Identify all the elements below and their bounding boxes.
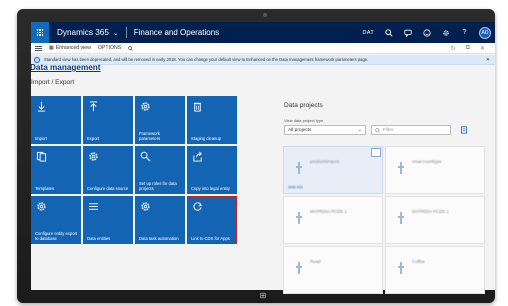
view-label: Enhanced view [55, 45, 91, 51]
tile-label: Set up roles for data projects [139, 181, 177, 191]
info-icon: i [34, 56, 40, 63]
tile-data-task-automation[interactable]: Data task automation [135, 196, 185, 244]
project-card[interactable]: MYPRDIA PCDE 1 [385, 196, 485, 244]
top-navbar: Dynamics 365 ⌄ Finance and Operations DA… [31, 22, 495, 43]
gear-icon [89, 152, 98, 161]
project-card[interactable]: MYPRDIA PCDE 1 [283, 196, 383, 244]
divider [125, 27, 127, 38]
section-title-import-export: Import / Export [31, 79, 75, 86]
gear-icon [37, 202, 46, 211]
tile-label: Import [35, 136, 47, 141]
windows-home-icon[interactable]: ⊞ [258, 292, 268, 300]
action-pane: ▦ Enhanced view OPTIONS ↻ ⧉ ✕ [31, 43, 495, 54]
tile-label: Copy into legal entity [191, 186, 230, 191]
project-name: MYPRDIA PCDE 1 [310, 209, 347, 214]
refresh-icon[interactable]: ↻ [451, 45, 456, 52]
refresh-icon [193, 202, 202, 211]
search-icon [375, 127, 380, 133]
smiley-icon[interactable] [422, 28, 431, 37]
project-name: MYPRDIA PCDE 1 [412, 209, 449, 214]
search-icon[interactable] [128, 45, 134, 51]
project-icon [296, 262, 302, 274]
options-button[interactable]: OPTIONS [98, 45, 121, 51]
project-grid: productsimport ▮▮▮▮ ▮▮▮ vmaccounttype MY… [283, 146, 485, 294]
project-icon [398, 162, 404, 174]
project-icon [398, 212, 404, 224]
app-name[interactable]: Dynamics 365 [57, 28, 109, 37]
message-text: Standard view has been deprecated, and w… [44, 57, 369, 62]
section-title-data-projects: Data projects [284, 102, 323, 109]
tile-label: Framework parameters [139, 131, 161, 141]
project-name: Read [310, 259, 321, 264]
hamburger-menu-icon[interactable] [35, 45, 42, 51]
gear-icon [141, 202, 150, 211]
popout-icon[interactable]: ⧉ [466, 45, 470, 52]
camera-dot [263, 13, 267, 17]
project-icon [296, 162, 302, 174]
project-card[interactable]: productsimport ▮▮▮▮ ▮▮▮ [283, 146, 383, 194]
tile-copy-into-legal-entity[interactable]: Copy into legal entity [187, 146, 237, 194]
project-filter-input[interactable]: Filter [371, 125, 451, 135]
trash-icon [193, 102, 202, 112]
tile-export[interactable]: Export [83, 96, 133, 144]
project-menu[interactable] [371, 148, 381, 157]
help-icon[interactable]: ? [460, 28, 469, 37]
settings-icon[interactable] [460, 126, 468, 134]
company-picker[interactable]: DAT [363, 30, 375, 36]
project-name: productsimport [310, 159, 340, 164]
tile-import[interactable]: Import [31, 96, 81, 144]
search-icon [140, 151, 151, 162]
app-launcher-icon[interactable] [31, 22, 49, 43]
tile-set-up-roles[interactable]: Set up roles for data projects [135, 146, 185, 194]
project-name: Coffee [412, 259, 425, 264]
import-arrow-icon [37, 101, 46, 112]
project-name: vmaccounttype [412, 159, 442, 164]
project-card[interactable]: Coffee [385, 246, 485, 294]
project-type-select[interactable]: All projects ⌄ [284, 125, 366, 135]
tile-label: Configure data source [87, 186, 129, 191]
module-name: Finance and Operations [133, 28, 220, 37]
project-type-caption: View data project type [284, 118, 324, 123]
gear-icon [141, 102, 150, 111]
close-icon[interactable]: ✕ [480, 45, 485, 52]
tile-staging-cleanup[interactable]: Staging cleanup [187, 96, 237, 144]
page-title[interactable]: Data management [30, 63, 101, 72]
tile-label: Export [87, 136, 100, 141]
chevron-down-icon[interactable]: ⌄ [113, 29, 119, 37]
search-icon[interactable] [384, 28, 393, 37]
filter-placeholder: Filter [383, 127, 394, 133]
tile-label: Staging cleanup [191, 136, 222, 141]
view-toggle[interactable]: ▦ Enhanced view [49, 45, 91, 51]
tile-link-to-cds[interactable]: Link to CDS for Apps [187, 196, 237, 244]
gear-icon[interactable] [441, 28, 450, 37]
tile-label: Data task automation [139, 236, 179, 241]
project-card[interactable]: Read [283, 246, 383, 294]
tile-templates[interactable]: Templates [31, 146, 81, 194]
close-icon[interactable]: ✕ [486, 57, 490, 63]
tile-label: Data entities [87, 236, 111, 241]
tile-configure-entity-export[interactable]: Configure entity export to database [31, 196, 81, 244]
tile-data-entities[interactable]: Data entities [83, 196, 133, 244]
tile-label: Link to CDS for Apps [191, 236, 230, 241]
tile-grid: Import Export Framework parameters Stagi… [31, 96, 244, 244]
grid-view-icon: ▦ [49, 45, 54, 51]
avatar[interactable]: AD [479, 26, 491, 39]
project-icon [398, 262, 404, 274]
chat-icon[interactable] [403, 28, 412, 37]
list-icon [88, 203, 99, 210]
tile-framework-parameters[interactable]: Framework parameters [135, 96, 185, 144]
project-icon [296, 212, 302, 224]
export-arrow-icon [89, 101, 98, 112]
project-footer: ▮▮▮▮ ▮▮▮ [288, 185, 303, 189]
share-icon [193, 151, 202, 162]
chevron-down-icon: ⌄ [357, 127, 362, 133]
tile-configure-data-source[interactable]: Configure data source [83, 146, 133, 194]
project-card[interactable]: vmaccounttype [385, 146, 485, 194]
tile-label: Configure entity export to database [35, 231, 78, 241]
template-icon [36, 151, 47, 162]
project-type-value: All projects [288, 127, 312, 133]
tile-label: Templates [35, 186, 55, 191]
